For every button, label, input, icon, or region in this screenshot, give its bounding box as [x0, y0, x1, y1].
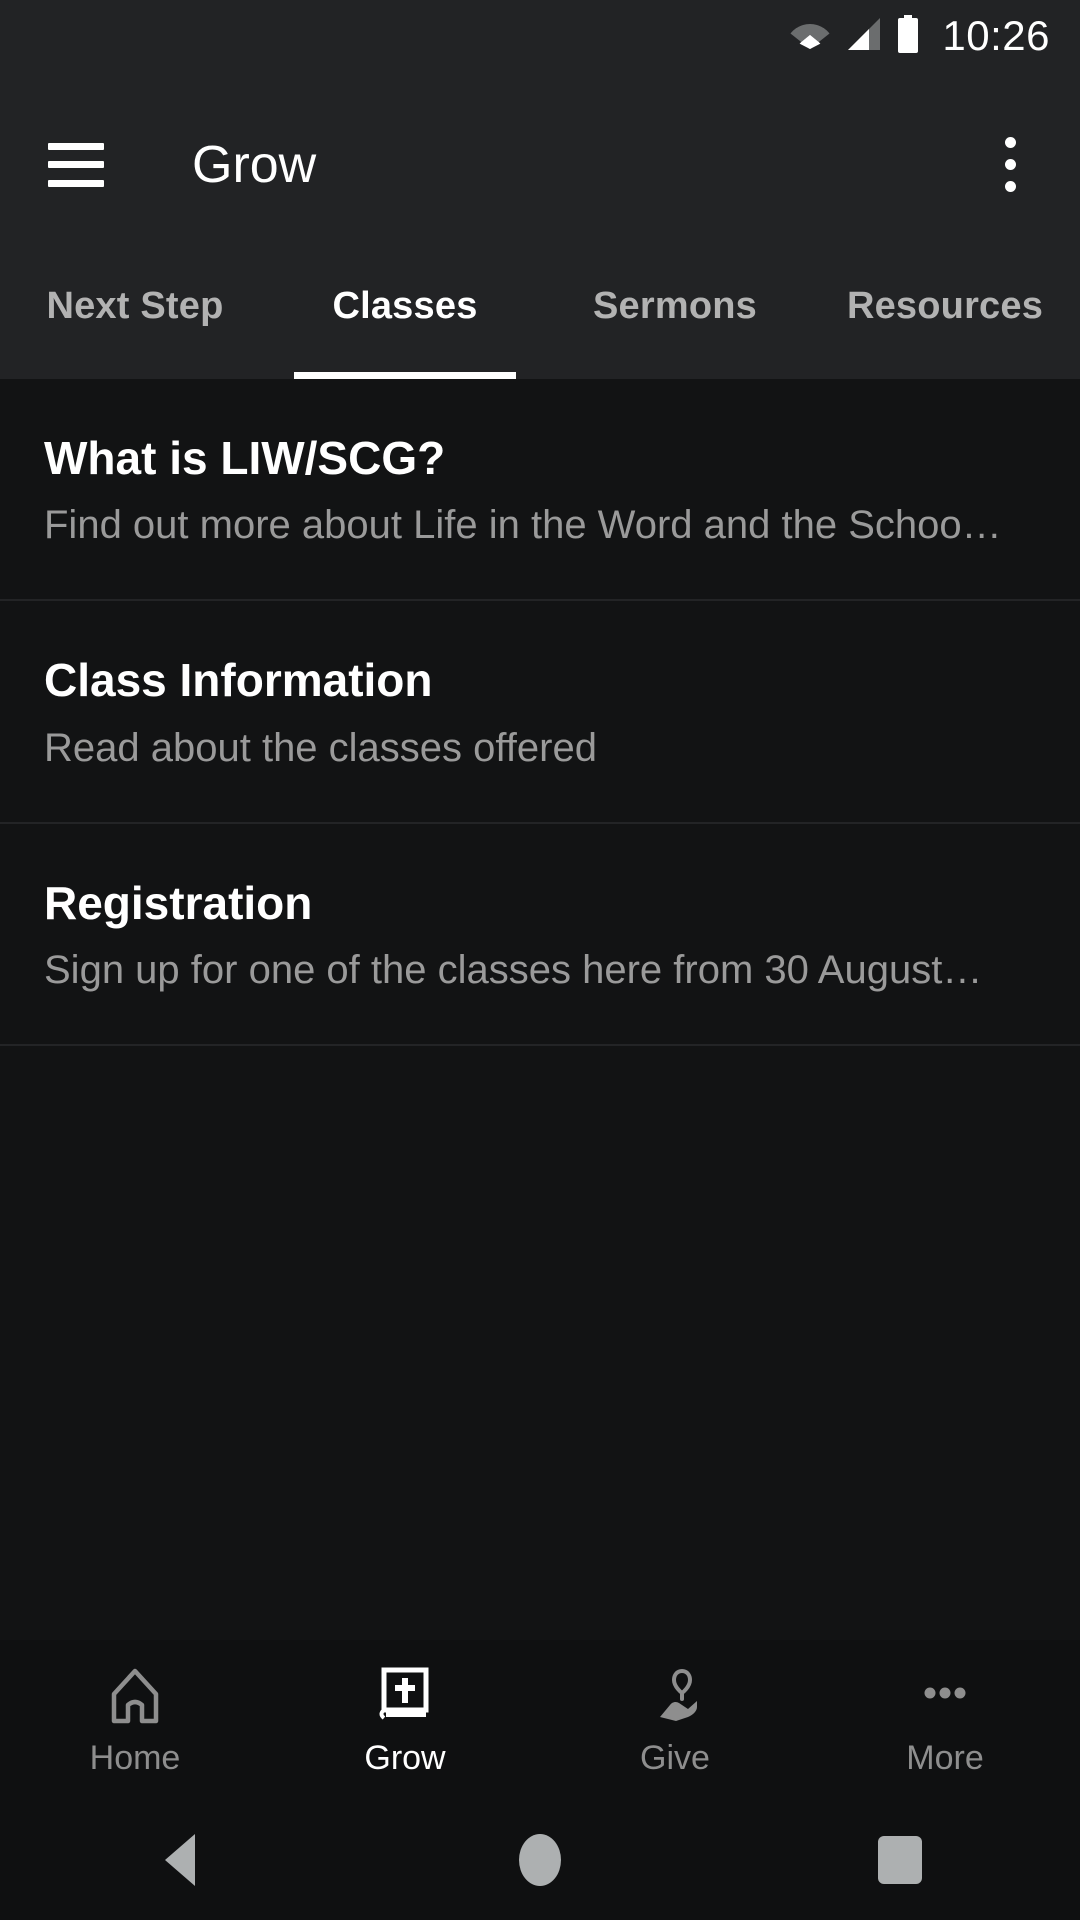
tab-label: Resources	[846, 285, 1044, 327]
list-item[interactable]: Class Information Read about the classes…	[0, 601, 1080, 824]
app-screen: 10:26 Grow Next Step Classes Sermons Res…	[0, 0, 1080, 1920]
app-bar: Grow	[0, 72, 1080, 257]
hamburger-bar	[48, 161, 104, 168]
nav-item-label: Home	[89, 1739, 181, 1777]
overflow-dot	[1004, 181, 1016, 192]
nav-item-grow[interactable]: Grow	[270, 1665, 540, 1775]
tab-sermons[interactable]: Sermons	[540, 257, 810, 379]
more-dots-icon	[914, 1665, 976, 1727]
church-home-icon	[104, 1665, 166, 1727]
list-item-title: Registration	[44, 876, 313, 929]
tab-classes[interactable]: Classes	[270, 257, 540, 379]
list-item-title: What is LIW/SCG?	[44, 432, 446, 484]
android-system-navigation-bar	[0, 1800, 1080, 1920]
nav-item-more[interactable]: More	[810, 1665, 1080, 1775]
nav-item-label: Grow	[364, 1739, 446, 1777]
status-bar-clock: 10:26	[942, 12, 1050, 59]
home-circle-icon[interactable]	[360, 1834, 720, 1886]
page-title: Grow	[192, 135, 317, 194]
tab-active-indicator	[294, 372, 516, 379]
overflow-dot	[1004, 137, 1016, 148]
nav-item-home[interactable]: Home	[0, 1665, 270, 1775]
recents-glyph	[878, 1836, 922, 1884]
tab-label: Next Step	[46, 285, 224, 327]
list-item-subtitle: Find out more about Life in the Word and…	[44, 503, 1002, 548]
hamburger-bar	[48, 179, 104, 187]
list-item[interactable]: What is LIW/SCG? Find out more about Lif…	[0, 379, 1080, 602]
nav-item-label: More	[906, 1739, 984, 1777]
cellular-signal-icon	[844, 17, 882, 56]
hamburger-bar	[48, 142, 104, 150]
bottom-navigation-bar: Home Grow Give More	[0, 1640, 1080, 1800]
wifi-icon	[790, 18, 830, 55]
nav-item-give[interactable]: Give	[540, 1665, 810, 1775]
overflow-menu-icon[interactable]	[980, 127, 1040, 203]
tab-label: Sermons	[592, 285, 757, 327]
tab-resources[interactable]: Resources	[810, 257, 1080, 379]
list-item-subtitle: Read about the classes offered	[44, 725, 597, 770]
recents-square-icon[interactable]	[720, 1836, 1080, 1884]
status-bar-icons	[790, 14, 920, 58]
tab-next-step[interactable]: Next Step	[0, 257, 270, 379]
tab-label: Classes	[332, 285, 478, 327]
hamburger-menu-icon[interactable]	[48, 142, 104, 187]
list-item-subtitle: Sign up for one of the classes here from…	[44, 947, 983, 992]
battery-icon	[896, 14, 920, 58]
tab-bar: Next Step Classes Sermons Resources	[0, 257, 1080, 379]
overflow-dot	[1004, 159, 1016, 170]
hand-heart-icon	[644, 1665, 706, 1727]
nav-item-label: Give	[640, 1739, 710, 1777]
back-glyph	[165, 1834, 195, 1886]
status-bar: 10:26	[0, 0, 1080, 72]
list-item[interactable]: Registration Sign up for one of the clas…	[0, 824, 1080, 1046]
classes-list: What is LIW/SCG? Find out more about Lif…	[0, 379, 1080, 1640]
bible-book-icon	[374, 1665, 436, 1727]
list-item-title: Class Information	[44, 654, 433, 707]
home-glyph	[519, 1834, 561, 1886]
back-triangle-icon[interactable]	[0, 1834, 360, 1886]
